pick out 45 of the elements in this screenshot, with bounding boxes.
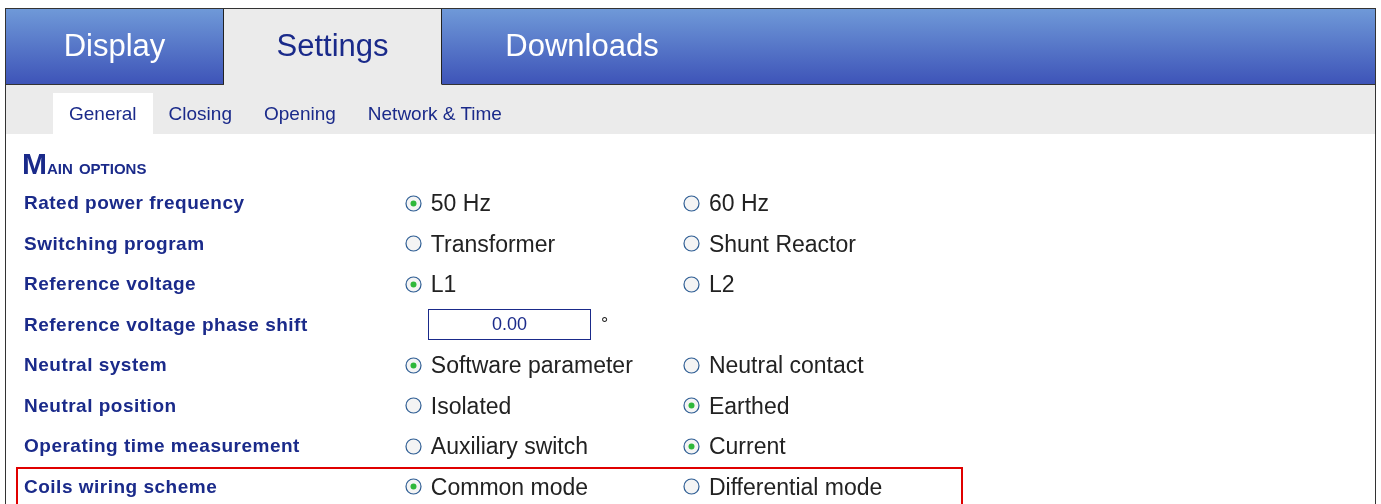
radio-button[interactable] xyxy=(404,235,422,253)
option-label: L2 xyxy=(708,270,735,299)
option-label: Earthed xyxy=(708,391,790,421)
section-heading: Main options xyxy=(21,146,148,182)
field-label: Reference voltage xyxy=(24,272,198,296)
radio-button[interactable] xyxy=(404,356,422,374)
field-label: Rated power frequency xyxy=(24,191,246,215)
field-label: Reference voltage phase shift xyxy=(24,312,309,337)
radio-button[interactable] xyxy=(404,437,422,455)
subtab[interactable]: Closing xyxy=(152,93,248,134)
tab[interactable]: Downloads xyxy=(442,9,722,84)
option-label: 50 Hz xyxy=(430,189,491,218)
tab[interactable]: Settings xyxy=(224,9,442,85)
radio-button[interactable] xyxy=(682,437,700,455)
option-label: Differential mode xyxy=(708,472,883,502)
option-label: L1 xyxy=(430,270,457,299)
radio-button[interactable] xyxy=(682,356,700,374)
option-label: Shunt Reactor xyxy=(708,229,856,259)
radio-button[interactable] xyxy=(682,397,700,415)
radio-button[interactable] xyxy=(404,478,422,496)
subtab[interactable]: General xyxy=(53,93,153,134)
option-label: Auxiliary switch xyxy=(430,432,589,461)
field-label: Coils wiring scheme xyxy=(24,474,219,499)
radio-button[interactable] xyxy=(404,275,422,293)
field-label: Neutral position xyxy=(24,393,178,418)
radio-button[interactable] xyxy=(682,194,700,212)
number-field[interactable]: 0.00 xyxy=(428,309,591,341)
radio-button[interactable] xyxy=(682,275,700,293)
radio-button[interactable] xyxy=(404,397,422,415)
radio-button[interactable] xyxy=(682,235,700,253)
unit-label: ° xyxy=(601,312,609,336)
option-label: Transformer xyxy=(430,229,556,259)
option-label: Current xyxy=(708,432,786,461)
subtab[interactable]: Network & Time xyxy=(351,93,518,134)
option-label: Isolated xyxy=(430,391,512,421)
option-label: 60 Hz xyxy=(708,189,769,218)
option-label: Neutral contact xyxy=(708,351,864,380)
subtab[interactable]: Opening xyxy=(248,93,352,134)
radio-button[interactable] xyxy=(404,194,422,212)
option-label: Software parameter xyxy=(430,351,633,380)
field-label: Operating time measurement xyxy=(24,434,301,458)
field-label: Neutral system xyxy=(24,353,169,377)
option-label: Common mode xyxy=(430,472,589,502)
radio-button[interactable] xyxy=(682,478,700,496)
field-label: Switching program xyxy=(24,231,206,256)
